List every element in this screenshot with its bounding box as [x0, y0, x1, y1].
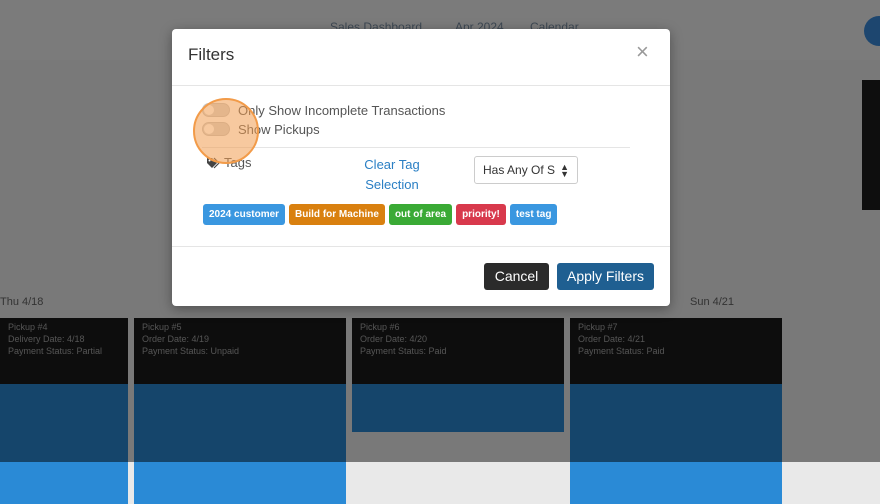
clear-link-line: Selection: [365, 177, 419, 192]
footer-divider: [172, 246, 670, 247]
modal-title: Filters: [188, 45, 235, 64]
clear-tag-selection-link[interactable]: Clear Tag Selection: [356, 155, 428, 195]
click-highlight: [193, 98, 259, 164]
modal-header: Filters ×: [172, 29, 670, 86]
apply-filters-button[interactable]: Apply Filters: [557, 263, 654, 290]
cancel-button[interactable]: Cancel: [484, 263, 549, 290]
tag-chip[interactable]: Build for Machine: [289, 204, 385, 225]
tag-match-select[interactable]: Has Any Of S ▲ ▼: [474, 156, 578, 184]
tag-chip[interactable]: 2024 customer: [203, 204, 286, 225]
select-value: Has Any Of S: [483, 163, 556, 177]
filters-modal: Filters × Only Show Incomplete Transacti…: [172, 29, 670, 306]
tag-chip[interactable]: out of area: [388, 204, 453, 225]
tag-list: 2024 customer Build for Machine out of a…: [203, 204, 558, 225]
close-icon[interactable]: ×: [636, 41, 652, 63]
tag-chip[interactable]: test tag: [509, 204, 558, 225]
clear-link-line: Clear Tag: [364, 157, 420, 172]
divider: [202, 147, 630, 148]
updown-arrow-icon: ▲ ▼: [560, 162, 569, 179]
tag-chip[interactable]: priority!: [456, 204, 506, 225]
toggle-label: Only Show Incomplete Transactions: [238, 102, 446, 118]
